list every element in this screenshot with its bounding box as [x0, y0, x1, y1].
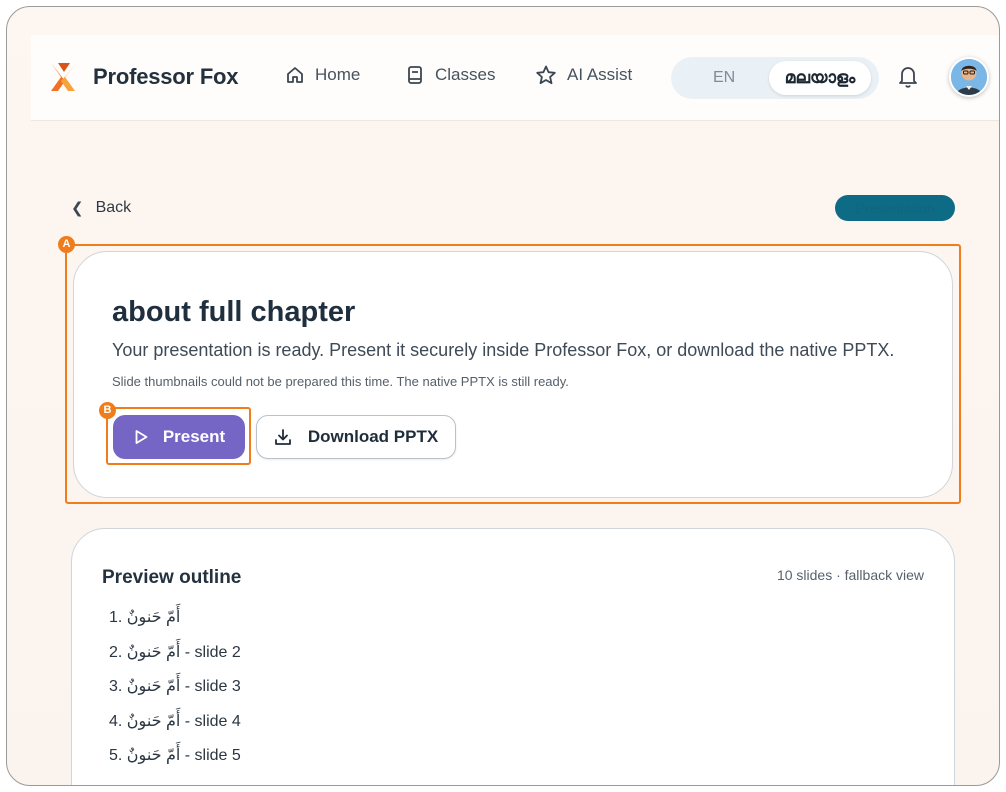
presentation-badge: Presentation [835, 195, 955, 221]
annotation-box-b [106, 407, 251, 465]
home-icon [287, 67, 303, 83]
app-window: Professor Fox Home Classes AI Assist EN … [6, 6, 1000, 786]
notifications-button[interactable] [897, 64, 919, 93]
language-toggle: EN മലയാളം [671, 57, 879, 99]
fox-logo-icon [51, 63, 77, 91]
nav-classes[interactable]: Classes [405, 65, 495, 85]
nav-classes-label: Classes [435, 65, 496, 84]
top-navigation-bar: Professor Fox Home Classes AI Assist EN … [31, 35, 999, 121]
chevron-left-icon: ❮ [71, 200, 84, 217]
outline-item: 5. أَمّ حَنونٌ - slide 5 [109, 747, 241, 764]
outline-item: 1. أَمّ حَنونٌ [109, 609, 181, 626]
language-option-malayalam[interactable]: മലയാളം [769, 61, 871, 95]
nav-ai-assist[interactable]: AI Assist [535, 65, 632, 85]
annotation-marker-a: A [58, 236, 75, 253]
book-icon [408, 66, 422, 84]
preview-outline-card: Preview outline 10 slides · fallback vie… [71, 528, 955, 785]
star-icon [536, 65, 556, 85]
language-option-en[interactable]: EN [713, 69, 735, 87]
slide-outline-list: 1. أَمّ حَنونٌ 2. أَمّ حَنونٌ - slide 2 … [109, 607, 241, 780]
annotation-box-a [65, 244, 961, 504]
annotation-marker-b: B [99, 402, 116, 419]
preview-outline-title: Preview outline [102, 567, 242, 588]
nav-home[interactable]: Home [285, 65, 360, 85]
back-label: Back [95, 199, 132, 216]
brand-name: Professor Fox [93, 64, 239, 89]
avatar-image-icon [951, 59, 987, 95]
bell-icon [899, 67, 917, 88]
nav-ai-assist-label: AI Assist [567, 65, 633, 84]
brand[interactable]: Professor Fox [49, 61, 239, 93]
slide-count-label: 10 slides · fallback view [776, 567, 924, 583]
back-link[interactable]: ❮ Back [71, 199, 131, 217]
outline-item: 3. أَمّ حَنونٌ - slide 3 [109, 678, 241, 695]
user-avatar[interactable] [949, 57, 989, 97]
outline-item: 4. أَمّ حَنونٌ - slide 4 [109, 712, 241, 730]
nav-home-label: Home [315, 65, 361, 84]
outline-item: 2. أَمّ حَنونٌ - slide 2 [109, 643, 241, 661]
